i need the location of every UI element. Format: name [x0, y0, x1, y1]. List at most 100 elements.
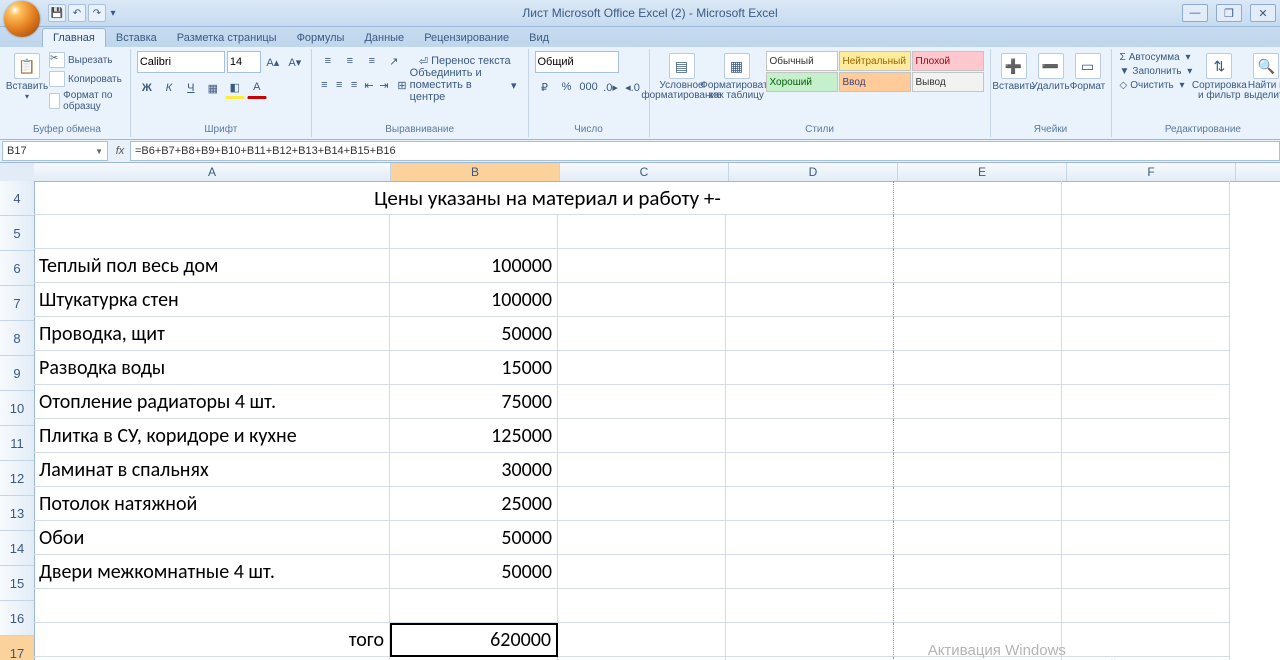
row-header-5[interactable]: 5 [0, 216, 34, 251]
redo-icon[interactable]: ↷ [88, 4, 106, 22]
cell-D13[interactable] [726, 487, 894, 521]
delete-cells-button[interactable]: ➖Удалить [1034, 51, 1068, 115]
insert-cells-button[interactable]: ➕Вставить [997, 51, 1031, 115]
indent-dec-icon[interactable]: ⇤ [363, 75, 376, 95]
increase-font-icon[interactable]: A▴ [263, 52, 283, 72]
cell-B6[interactable]: 100000 [390, 249, 558, 283]
tab-Вид[interactable]: Вид [519, 29, 559, 47]
cell-E5[interactable] [894, 215, 1062, 249]
cell-B5[interactable] [390, 215, 558, 249]
column-header-D[interactable]: D [729, 163, 898, 181]
cell-F4[interactable] [1062, 181, 1230, 215]
tab-Рецензирование[interactable]: Рецензирование [414, 29, 519, 47]
align-right-icon[interactable]: ≡ [348, 75, 361, 95]
row-header-16[interactable]: 16 [0, 601, 34, 636]
cell-B17[interactable]: 620000 [390, 623, 558, 657]
cell-A14[interactable]: Обои [34, 521, 390, 555]
cell-E14[interactable] [894, 521, 1062, 555]
currency-icon[interactable]: ₽ [535, 77, 555, 97]
cell-C10[interactable] [558, 385, 726, 419]
cell-D7[interactable] [726, 283, 894, 317]
cell-D5[interactable] [726, 215, 894, 249]
cell-A7[interactable]: Штукатурка стен [34, 283, 390, 317]
cell-D6[interactable] [726, 249, 894, 283]
font-size-select[interactable] [227, 51, 261, 73]
tab-Главная[interactable]: Главная [42, 28, 106, 47]
cell-E7[interactable] [894, 283, 1062, 317]
cell-F6[interactable] [1062, 249, 1230, 283]
cell-A15[interactable]: Двери межкомнатные 4 шт. [34, 555, 390, 589]
style-bad[interactable]: Плохой [912, 51, 984, 71]
cell-A13[interactable]: Потолок натяжной [34, 487, 390, 521]
format-cells-button[interactable]: ▭Формат [1071, 51, 1105, 115]
fx-icon[interactable]: fx [110, 145, 130, 157]
cell-D15[interactable] [726, 555, 894, 589]
orientation-icon[interactable]: ↗ [384, 51, 404, 71]
align-left-icon[interactable]: ≡ [318, 75, 331, 95]
cell-B10[interactable]: 75000 [390, 385, 558, 419]
cell-B8[interactable]: 50000 [390, 317, 558, 351]
decrease-font-icon[interactable]: A▾ [285, 52, 305, 72]
cell-C11[interactable] [558, 419, 726, 453]
cell-A6[interactable]: Теплый пол весь дом [34, 249, 390, 283]
cell-F8[interactable] [1062, 317, 1230, 351]
style-output[interactable]: Вывод [912, 72, 984, 92]
fill-button[interactable]: ▼Заполнить ▾ [1118, 65, 1195, 78]
cell-A16[interactable] [34, 589, 390, 623]
tab-Данные[interactable]: Данные [354, 29, 414, 47]
indent-inc-icon[interactable]: ⇥ [377, 75, 390, 95]
cell-F15[interactable] [1062, 555, 1230, 589]
office-orb[interactable] [4, 1, 40, 37]
cell-E17[interactable] [894, 623, 1062, 657]
cell-D8[interactable] [726, 317, 894, 351]
border-button[interactable]: ▦ [203, 78, 223, 98]
style-normal[interactable]: Обычный [766, 51, 838, 71]
column-header-A[interactable]: A [34, 163, 391, 181]
cell-C17[interactable] [558, 623, 726, 657]
save-icon[interactable]: 💾 [48, 4, 66, 22]
row-header-13[interactable]: 13 [0, 496, 34, 531]
cell-C7[interactable] [558, 283, 726, 317]
copy-button[interactable]: Копировать [47, 70, 124, 88]
cell-E15[interactable] [894, 555, 1062, 589]
cell-B11[interactable]: 125000 [390, 419, 558, 453]
name-box[interactable]: B17▼ [2, 141, 108, 161]
autosum-button[interactable]: ΣАвтосумма ▾ [1118, 51, 1195, 64]
row-header-17[interactable]: 17 [0, 636, 34, 660]
cell-F13[interactable] [1062, 487, 1230, 521]
merged-title-cell[interactable]: Цены указаны на материал и работу +- [34, 181, 1062, 215]
row-header-9[interactable]: 9 [0, 356, 34, 391]
cell-F9[interactable] [1062, 351, 1230, 385]
cell-E8[interactable] [894, 317, 1062, 351]
cell-B15[interactable]: 50000 [390, 555, 558, 589]
style-input[interactable]: Ввод [839, 72, 911, 92]
cell-F12[interactable] [1062, 453, 1230, 487]
column-header-F[interactable]: F [1067, 163, 1236, 181]
cell-C14[interactable] [558, 521, 726, 555]
align-mid-icon[interactable]: ≡ [340, 51, 360, 71]
cell-F17[interactable] [1062, 623, 1230, 657]
row-header-7[interactable]: 7 [0, 286, 34, 321]
cell-C13[interactable] [558, 487, 726, 521]
cell-C6[interactable] [558, 249, 726, 283]
cell-C12[interactable] [558, 453, 726, 487]
cell-D11[interactable] [726, 419, 894, 453]
tab-Вставка[interactable]: Вставка [106, 29, 167, 47]
row-header-12[interactable]: 12 [0, 461, 34, 496]
row-header-4[interactable]: 4 [0, 181, 34, 216]
cell-B7[interactable]: 100000 [390, 283, 558, 317]
style-good[interactable]: Хороший [766, 72, 838, 92]
cell-B14[interactable]: 50000 [390, 521, 558, 555]
row-header-15[interactable]: 15 [0, 566, 34, 601]
close-button[interactable]: ✕ [1250, 4, 1276, 22]
column-header-E[interactable]: E [898, 163, 1067, 181]
paste-button[interactable]: 📋 Вставить ▾ [10, 51, 44, 115]
cell-E11[interactable] [894, 419, 1062, 453]
undo-icon[interactable]: ↶ [68, 4, 86, 22]
cell-B12[interactable]: 30000 [390, 453, 558, 487]
column-header-B[interactable]: B [391, 163, 560, 181]
cell-D16[interactable] [726, 589, 894, 623]
cell-F5[interactable] [1062, 215, 1230, 249]
find-select-button[interactable]: 🔍Найти и выделить [1244, 51, 1280, 115]
cell-F7[interactable] [1062, 283, 1230, 317]
